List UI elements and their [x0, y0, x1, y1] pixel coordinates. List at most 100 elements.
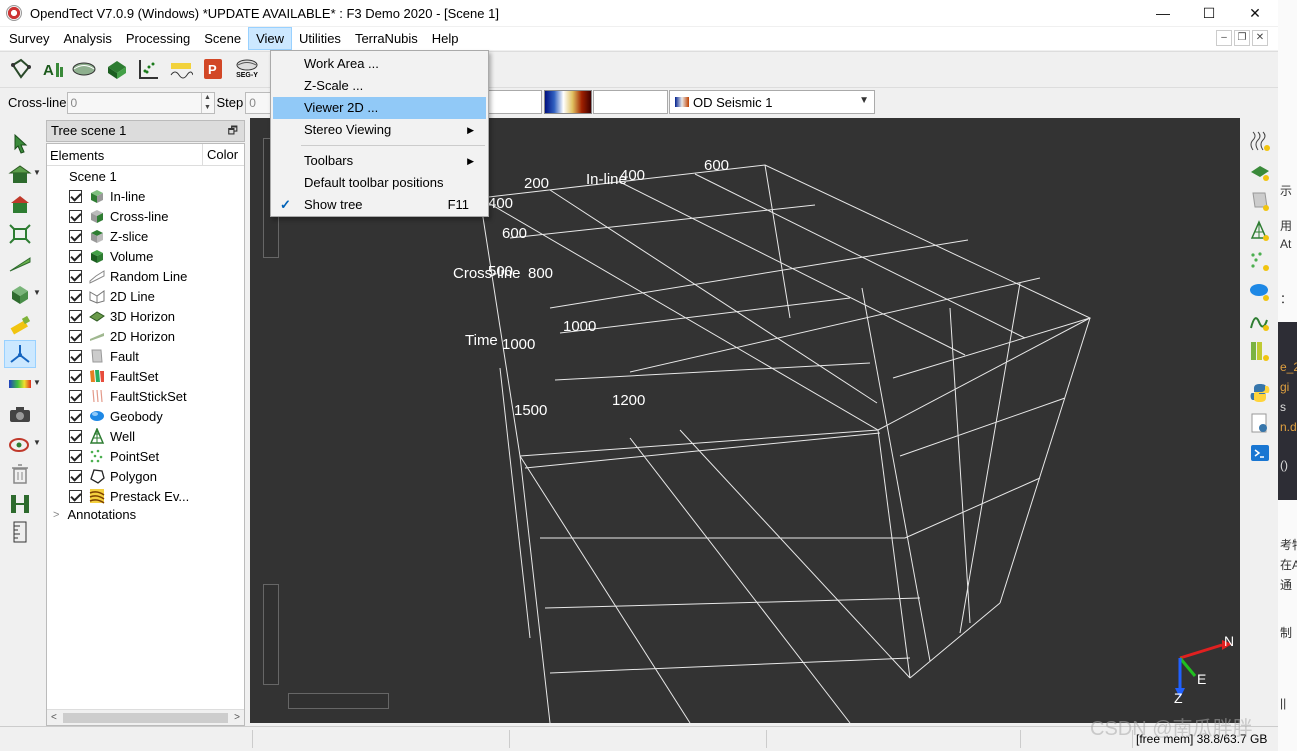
checkbox[interactable] [69, 229, 82, 243]
float-dock-icon[interactable]: 🗗 [228, 121, 238, 141]
python-script-icon[interactable] [1247, 410, 1273, 436]
chevron-right-icon[interactable]: > [234, 710, 240, 726]
geobody-tracker-icon[interactable] [1247, 278, 1273, 304]
set-home-icon[interactable] [4, 190, 36, 218]
colorbar-icon[interactable] [544, 90, 592, 114]
checkbox[interactable] [69, 449, 82, 463]
crossline-spinbox[interactable]: 0 ▲ ▼ [66, 91, 215, 114]
chevron-down-icon[interactable]: ▼ [33, 378, 41, 387]
powershell-icon[interactable] [1247, 440, 1273, 466]
chevron-left-icon[interactable]: < [51, 710, 57, 726]
stereo-view-icon[interactable] [4, 430, 36, 458]
menu-analysis[interactable]: Analysis [56, 27, 118, 50]
spin-arrows-icon[interactable]: ▲ ▼ [200, 92, 214, 113]
zoom-thumbwheel[interactable] [288, 693, 389, 709]
log-display-icon[interactable] [1247, 338, 1273, 364]
horizon-icon[interactable] [72, 56, 98, 82]
edit-color-icon[interactable] [4, 310, 36, 338]
minimize-button[interactable]: — [1140, 0, 1186, 26]
chevron-down-icon[interactable]: ▼ [33, 168, 41, 177]
checkbox[interactable] [69, 209, 82, 223]
checkbox[interactable] [69, 289, 82, 303]
tree-item-annotations[interactable]: > Annotations [53, 507, 136, 522]
tree-item-3d-horizon[interactable]: 3D Horizon [69, 306, 175, 326]
menu-help[interactable]: Help [425, 27, 466, 50]
python-icon[interactable] [1247, 380, 1273, 406]
pointset-tracker-icon[interactable] [1247, 248, 1273, 274]
tree-item-volume[interactable]: Volume [69, 246, 153, 266]
z-view-icon[interactable] [4, 280, 36, 308]
chevron-down-icon[interactable]: ▼ [33, 288, 41, 297]
menu-item-work-area[interactable]: Work Area ... [273, 53, 486, 75]
tree-item-random-line[interactable]: Random Line [69, 266, 187, 286]
menu-item-z-scale[interactable]: Z-Scale ... [273, 75, 486, 97]
menu-item-viewer-2d[interactable]: Viewer 2D ... [273, 97, 486, 119]
checkbox[interactable] [69, 249, 82, 263]
wavelet-icon[interactable] [168, 56, 194, 82]
home-view-icon[interactable] [4, 160, 36, 188]
crossplot-icon[interactable] [136, 56, 162, 82]
checkbox[interactable] [69, 409, 82, 423]
checkbox[interactable] [69, 489, 82, 503]
tree-item-fault[interactable]: Fault [69, 346, 139, 366]
mdi-restore-button[interactable]: ❐ [1234, 30, 1250, 46]
volume-icon[interactable] [104, 56, 130, 82]
tree-root-scene[interactable]: Scene 1 [69, 169, 117, 184]
tree-item-inline[interactable]: In-line [69, 186, 145, 206]
maximize-button[interactable]: ☐ [1186, 0, 1232, 26]
seismic-selector[interactable]: OD Seismic 1 ▼ [669, 90, 875, 114]
attributes-icon[interactable]: A [40, 56, 66, 82]
well-tracker-icon[interactable] [1247, 218, 1273, 244]
tree-item-polygon[interactable]: Polygon [69, 466, 157, 486]
tree-item-faultset[interactable]: FaultSet [69, 366, 158, 386]
menu-view[interactable]: View [248, 27, 293, 50]
horizon-tracker-icon[interactable] [1247, 158, 1273, 184]
menu-item-toolbars[interactable]: Toolbars ▶ [273, 150, 486, 172]
survey-setup-icon[interactable] [8, 56, 34, 82]
colortable-field[interactable] [593, 90, 668, 114]
pick-mode-icon[interactable] [4, 130, 36, 158]
menu-terranubis[interactable]: TerraNubis [348, 27, 425, 50]
ruler-icon[interactable] [4, 518, 36, 546]
camera-icon[interactable] [4, 400, 36, 428]
checkbox[interactable] [69, 309, 82, 323]
menu-item-stereo-viewing[interactable]: Stereo Viewing ▶ [273, 119, 486, 141]
chevron-right-icon[interactable]: > [53, 509, 59, 521]
menu-scene[interactable]: Scene [197, 27, 248, 50]
close-button[interactable]: ✕ [1232, 0, 1278, 26]
tree-item-2d-line[interactable]: 2D Line [69, 286, 155, 306]
fault-tracker-icon[interactable] [1247, 188, 1273, 214]
checkbox[interactable] [69, 389, 82, 403]
split-view-icon[interactable] [4, 490, 36, 518]
checkbox[interactable] [69, 189, 82, 203]
checkbox[interactable] [69, 469, 82, 483]
segy-icon[interactable]: SEG-Y [232, 56, 262, 82]
menu-item-show-tree[interactable]: ✓ Show tree F11 [273, 194, 486, 216]
tree-item-faultstickset[interactable]: FaultStickSet [69, 386, 187, 406]
scroll-thumb[interactable] [63, 713, 228, 723]
colortable-icon[interactable] [4, 370, 36, 398]
wavelet-tracker-icon[interactable] [1247, 308, 1273, 334]
view-all-icon[interactable] [4, 220, 36, 248]
trash-icon[interactable] [4, 460, 36, 488]
checkbox[interactable] [69, 269, 82, 283]
tree-item-prestack[interactable]: Prestack Ev... [69, 486, 189, 506]
checkbox[interactable] [69, 429, 82, 443]
powerpoint-icon[interactable]: P [200, 56, 226, 82]
seismic-wiggle-icon[interactable] [1247, 128, 1273, 154]
rotate-x-thumbwheel[interactable] [263, 584, 279, 685]
menu-survey[interactable]: Survey [2, 27, 56, 50]
menu-utilities[interactable]: Utilities [292, 27, 348, 50]
tree-item-pointset[interactable]: PointSet [69, 446, 159, 466]
mdi-minimize-button[interactable]: – [1216, 30, 1232, 46]
inline-view-icon[interactable] [4, 250, 36, 278]
tree-item-2d-horizon[interactable]: 2D Horizon [69, 326, 175, 346]
axes-icon[interactable] [4, 340, 36, 368]
checkbox[interactable] [69, 369, 82, 383]
chevron-down-icon[interactable]: ▼ [33, 438, 41, 447]
tree-item-geobody[interactable]: Geobody [69, 406, 163, 426]
tree-horizontal-scrollbar[interactable]: < > [47, 709, 244, 725]
mdi-close-button[interactable]: ✕ [1252, 30, 1268, 46]
tree-item-crossline[interactable]: Cross-line [69, 206, 169, 226]
attribute-range-field[interactable] [488, 90, 542, 114]
